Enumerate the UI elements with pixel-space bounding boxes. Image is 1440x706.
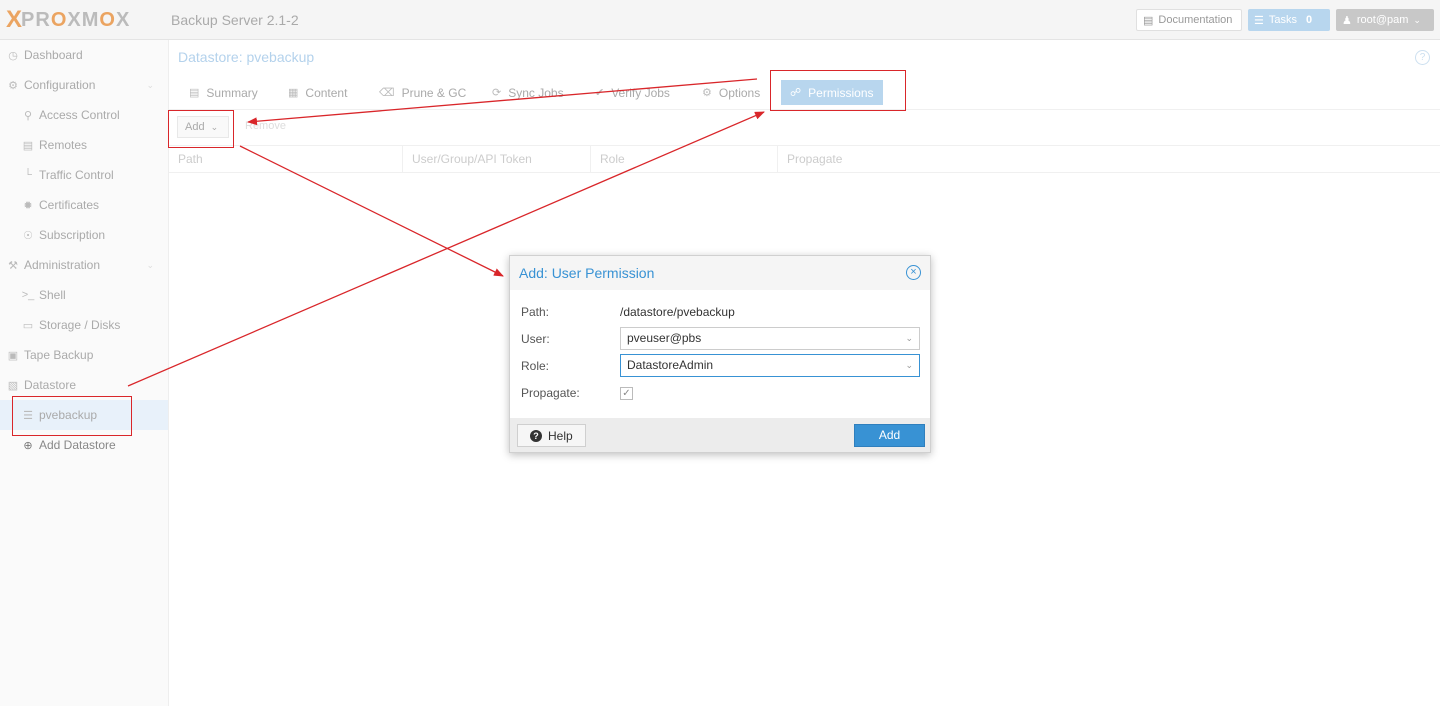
add-menu-button[interactable]: Add ⌄ xyxy=(177,116,229,138)
sidebar-item-shell[interactable]: >_ Shell xyxy=(0,280,168,310)
column-propagate[interactable]: Propagate xyxy=(778,146,1440,173)
tasks-button[interactable]: ☰ Tasks 0 xyxy=(1248,9,1330,31)
chart-icon: └ xyxy=(24,169,32,181)
help-button[interactable]: ? Help xyxy=(517,424,586,447)
propagate-label: Propagate: xyxy=(521,386,580,400)
chevron-down-icon: ⌄ xyxy=(210,121,219,132)
sidebar-item-access-control[interactable]: ⚲ Access Control xyxy=(0,100,168,130)
terminal-icon: >_ xyxy=(21,289,35,301)
database-icon: ☰ xyxy=(23,409,33,422)
user-menu-button[interactable]: ♟ root@pam ⌄ xyxy=(1336,9,1434,31)
propagate-checkbox[interactable]: ✓ xyxy=(620,387,633,400)
logo-wordmark: PROXMOX xyxy=(21,8,131,31)
th-icon: ▦ xyxy=(288,87,299,99)
chevron-down-icon[interactable]: ⌄ xyxy=(905,328,913,349)
user-label: User: xyxy=(521,332,550,346)
hdd-icon: ▭ xyxy=(22,319,34,332)
product-version: Backup Server 2.1-2 xyxy=(171,12,299,28)
column-path[interactable]: Path xyxy=(169,146,403,173)
support-icon: ☉ xyxy=(23,229,33,242)
sidebar-item-add-datastore[interactable]: ⊕ Add Datastore xyxy=(0,430,168,460)
book-icon: ▤ xyxy=(1143,14,1154,27)
sidebar-item-traffic-control[interactable]: └ Traffic Control xyxy=(0,160,168,190)
path-label: Path: xyxy=(521,305,550,319)
collapse-icon[interactable]: ⌄ xyxy=(146,260,154,271)
collapse-icon[interactable]: ⌄ xyxy=(146,80,154,91)
sidebar-item-pvebackup[interactable]: ☰ pvebackup xyxy=(0,400,168,430)
plus-circle-icon: ⊕ xyxy=(23,439,33,452)
book-icon: ▤ xyxy=(189,87,200,99)
check-circle-icon: ✔ xyxy=(595,87,605,99)
tab-bar: ▤ Summary ▦ Content ⌫ Prune & GC ⟳ Sync Jobs… xyxy=(169,78,1440,110)
page-title: Datastore: pvebackup xyxy=(178,49,315,65)
permissions-grid-header: Path User/Group/API Token Role Propagate xyxy=(169,145,1440,173)
user-combobox[interactable]: pveuser@pbs ⌄ xyxy=(620,327,920,350)
column-role[interactable]: Role xyxy=(591,146,778,173)
add-button[interactable]: Add xyxy=(854,424,925,447)
tab-permissions[interactable]: ☍ Permissions xyxy=(781,80,883,105)
tachometer-icon: ◷ xyxy=(8,49,18,62)
sidebar-item-remotes[interactable]: ▤ Remotes xyxy=(0,130,168,160)
permissions-toolbar: Add ⌄ Remove xyxy=(169,112,1440,144)
question-circle-icon: ? xyxy=(530,429,542,442)
remove-button[interactable]: Remove xyxy=(245,120,286,132)
tab-prune-gc[interactable]: ⌫ Prune & GC xyxy=(379,80,466,105)
add-user-permission-dialog: Add: User Permission × Path: /datastore/… xyxy=(509,255,931,453)
list-icon: ☰ xyxy=(1254,14,1264,27)
navigation-tree: ◷ Dashboard ⚙ Configuration ⌄ ⚲ Access Cont… xyxy=(0,40,169,706)
wrench-icon: ⚒ xyxy=(8,259,18,272)
gears-icon: ⚙ xyxy=(8,79,18,92)
tab-options[interactable]: ⚙ Options xyxy=(702,80,760,105)
sidebar-item-certificates[interactable]: ✹ Certificates xyxy=(0,190,168,220)
logo-x-mark: X xyxy=(6,6,22,33)
dialog-header: Add: User Permission × xyxy=(510,256,930,290)
certificate-icon: ✹ xyxy=(23,199,33,212)
sidebar-item-storage-disks[interactable]: ▭ Storage / Disks xyxy=(0,310,168,340)
gear-icon: ⚙ xyxy=(702,87,712,99)
role-label: Role: xyxy=(521,359,550,373)
tape-icon: ▣ xyxy=(7,349,19,362)
key-icon: ⚲ xyxy=(23,109,33,122)
documentation-button[interactable]: ▤ Documentation xyxy=(1136,9,1242,31)
dialog-title: Add: User Permission xyxy=(519,265,655,281)
top-header: X PROXMOX Backup Server 2.1-2 ▤ Document… xyxy=(0,0,1440,40)
archive-icon: ▧ xyxy=(7,379,19,392)
column-user[interactable]: User/Group/API Token xyxy=(403,146,591,173)
unlock-icon: ☍ xyxy=(790,87,802,99)
tasks-count-badge: 0 xyxy=(1306,14,1313,26)
sidebar-item-dashboard[interactable]: ◷ Dashboard xyxy=(0,40,168,70)
tab-content[interactable]: ▦ Content xyxy=(288,80,347,105)
chevron-down-icon: ⌄ xyxy=(1413,14,1421,25)
sidebar-item-subscription[interactable]: ☉ Subscription xyxy=(0,220,168,250)
sidebar-item-datastore[interactable]: ▧ Datastore xyxy=(0,370,168,400)
role-combobox[interactable]: DatastoreAdmin ⌄ xyxy=(620,354,920,377)
tab-verify-jobs[interactable]: ✔ Verify Jobs xyxy=(595,80,670,105)
path-value: /datastore/pvebackup xyxy=(620,305,735,319)
dialog-footer: ? Help Add xyxy=(510,418,930,452)
refresh-icon: ⟳ xyxy=(492,87,502,99)
help-icon[interactable]: ? xyxy=(1415,50,1430,65)
tab-summary[interactable]: ▤ Summary xyxy=(189,80,258,105)
sidebar-item-configuration[interactable]: ⚙ Configuration ⌄ xyxy=(0,70,168,100)
user-icon: ♟ xyxy=(1342,14,1352,27)
close-icon[interactable]: × xyxy=(906,265,921,280)
trash-icon: ⌫ xyxy=(379,87,395,99)
server-icon: ▤ xyxy=(22,139,34,152)
proxmox-logo[interactable]: X PROXMOX xyxy=(6,6,131,33)
chevron-down-icon[interactable]: ⌄ xyxy=(905,355,913,376)
tab-sync-jobs[interactable]: ⟳ Sync Jobs xyxy=(492,80,564,105)
sidebar-item-tape-backup[interactable]: ▣ Tape Backup xyxy=(0,340,168,370)
sidebar-item-administration[interactable]: ⚒ Administration ⌄ xyxy=(0,250,168,280)
